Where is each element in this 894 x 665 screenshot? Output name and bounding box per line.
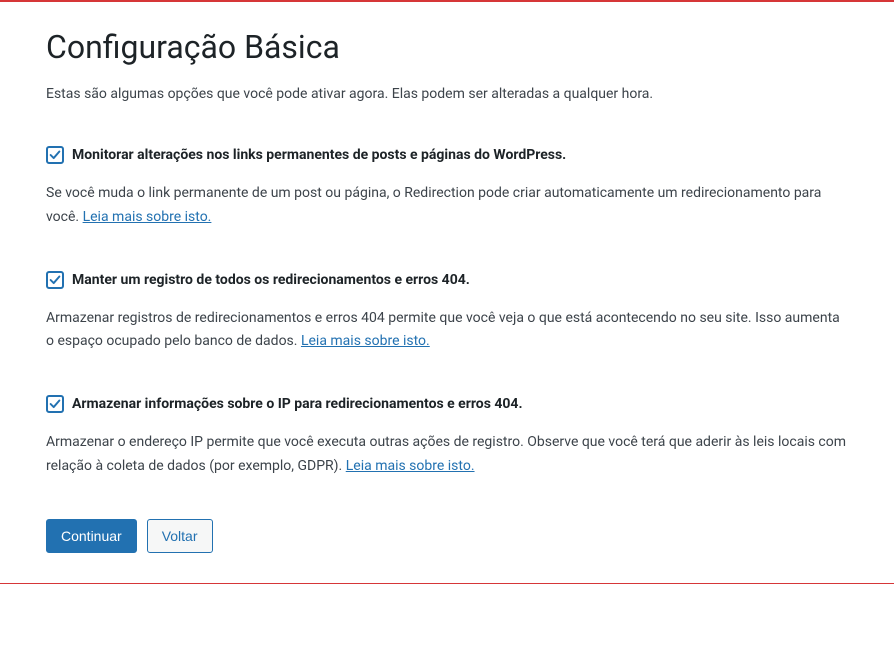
read-more-link[interactable]: Leia mais sobre isto.: [346, 458, 475, 474]
option-header: Monitorar alterações nos links permanent…: [46, 145, 848, 166]
option-monitor-permalinks: Monitorar alterações nos links permanent…: [46, 145, 848, 230]
checkbox-log[interactable]: [46, 271, 64, 289]
option-keep-log: Manter um registro de todos os redirecio…: [46, 270, 848, 355]
intro-text: Estas são algumas opções que você pode a…: [46, 84, 848, 105]
checkbox-monitor[interactable]: [46, 146, 64, 164]
option-description: Armazenar o endereço IP permite que você…: [46, 431, 848, 479]
option-description: Se você muda o link permanente de um pos…: [46, 182, 848, 230]
back-button[interactable]: Voltar: [147, 519, 213, 553]
read-more-link[interactable]: Leia mais sobre isto.: [301, 333, 430, 349]
description-text: Armazenar registros de redirecionamentos…: [46, 310, 840, 350]
option-label: Monitorar alterações nos links permanent…: [72, 145, 566, 166]
option-label: Armazenar informações sobre o IP para re…: [72, 394, 523, 415]
page-title: Configuração Básica: [46, 28, 848, 66]
option-description: Armazenar registros de redirecionamentos…: [46, 307, 848, 355]
check-icon: [48, 148, 62, 162]
option-header: Manter um registro de todos os redirecio…: [46, 270, 848, 291]
continue-button[interactable]: Continuar: [46, 519, 137, 553]
checkbox-ip[interactable]: [46, 395, 64, 413]
option-store-ip: Armazenar informações sobre o IP para re…: [46, 394, 848, 479]
setup-panel: Configuração Básica Estas são algumas op…: [0, 0, 894, 584]
option-header: Armazenar informações sobre o IP para re…: [46, 394, 848, 415]
button-row: Continuar Voltar: [46, 519, 848, 553]
read-more-link[interactable]: Leia mais sobre isto.: [83, 209, 212, 225]
option-label: Manter um registro de todos os redirecio…: [72, 270, 470, 291]
check-icon: [48, 273, 62, 287]
check-icon: [48, 397, 62, 411]
